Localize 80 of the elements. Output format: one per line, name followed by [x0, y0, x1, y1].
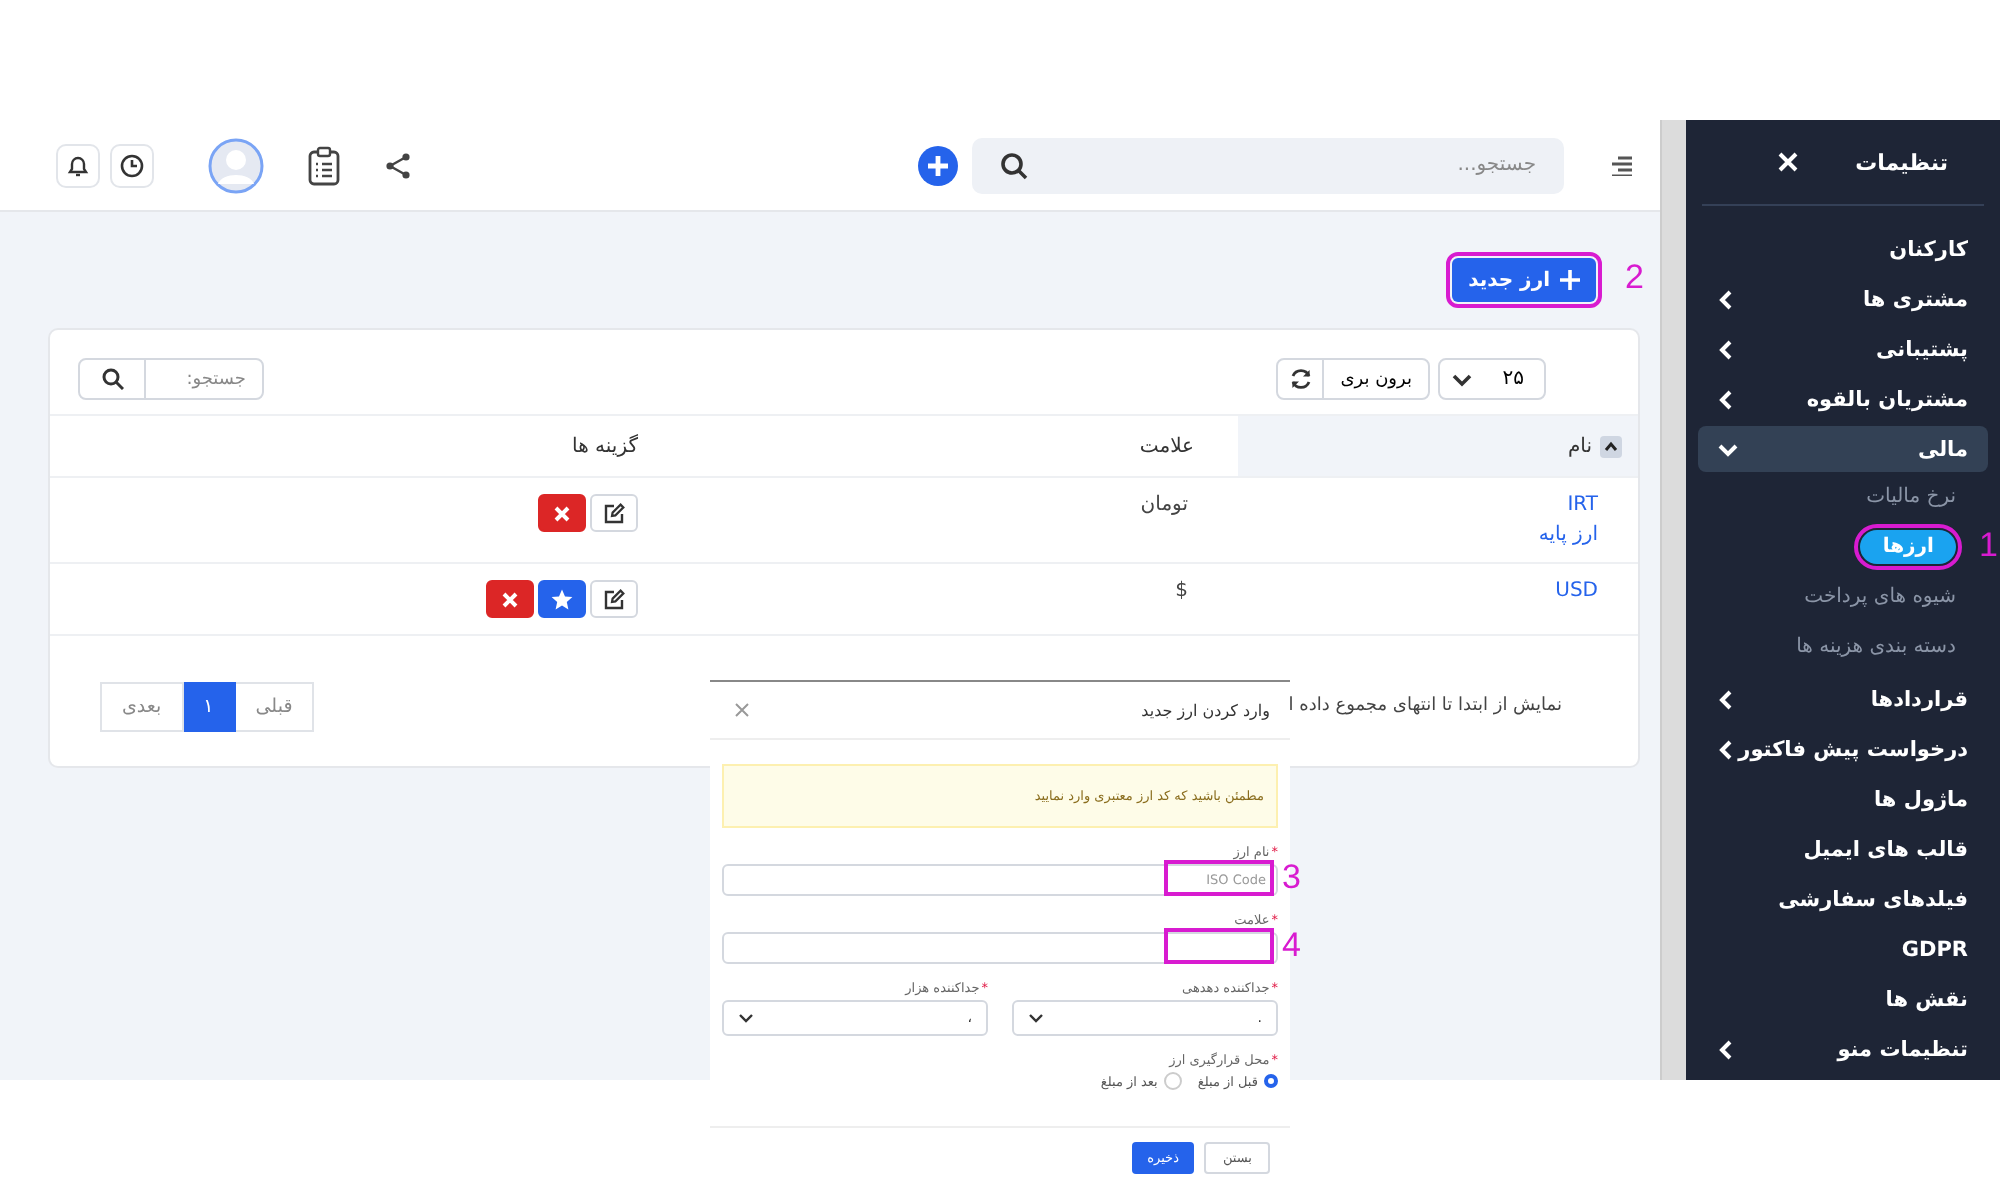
search-field[interactable]: جستجو: — [158, 360, 250, 398]
column-header[interactable]: علامت — [738, 416, 1238, 476]
share-icon[interactable] — [384, 151, 412, 179]
delete-button[interactable] — [538, 494, 586, 532]
clock-icon — [120, 153, 144, 177]
search-box[interactable]: جستجو: — [144, 358, 264, 400]
column-header[interactable]: گزینه ها — [50, 416, 738, 476]
sidebar-title: تنظیمات — [1855, 149, 1948, 175]
chevron-left-icon — [1718, 389, 1734, 409]
highlight-box — [1164, 860, 1274, 896]
page-size-select[interactable]: ۲۵ — [1438, 358, 1546, 400]
bell-icon — [66, 153, 90, 177]
close-icon — [550, 501, 574, 525]
submenu-item[interactable]: نرخ مالیات — [1866, 482, 1956, 512]
pagination-button[interactable]: بعدی — [100, 681, 184, 731]
new-currency-button[interactable]: ارز جدید — [1452, 258, 1596, 302]
scrollbar[interactable] — [1660, 120, 1686, 1080]
submenu-item[interactable]: شیوه های پرداخت — [1804, 582, 1956, 612]
delete-button[interactable] — [486, 580, 534, 618]
menu-icon[interactable] — [1612, 155, 1632, 175]
edit-button[interactable] — [590, 494, 638, 532]
step-number: 1 — [1979, 526, 1998, 566]
notifications-button[interactable] — [56, 143, 100, 187]
sidebar-item[interactable]: پشتیبانی — [1698, 326, 1988, 372]
chevron-left-icon — [1718, 739, 1734, 759]
search-icon — [101, 368, 123, 390]
table-cell: $ — [1175, 580, 1188, 602]
plus-icon[interactable] — [918, 145, 958, 185]
chevron-down-icon — [1452, 369, 1472, 389]
chevron-down-icon — [1718, 439, 1738, 459]
step-number: 4 — [1282, 926, 1301, 966]
export-button[interactable]: برون بری — [1322, 358, 1430, 400]
sidebar-item[interactable]: مشتریان بالقوه — [1698, 376, 1988, 422]
sort-up-icon — [1600, 435, 1622, 457]
column-header[interactable]: نام — [1238, 416, 1638, 476]
sidebar-item[interactable]: ماژول ها — [1698, 776, 1988, 822]
text-field[interactable] — [722, 932, 1278, 964]
sidebar-item[interactable]: فیلدهای سفارشی — [1698, 876, 1988, 922]
search-bar[interactable]: جستجو... — [972, 137, 1564, 193]
chevron-left-icon — [1718, 339, 1734, 359]
search-field[interactable]: جستجو... — [1028, 152, 1540, 178]
currency-link[interactable]: IRT — [1567, 494, 1598, 516]
table-info-text: نمایش از ابتدا تا انتهای مجموع داده ا — [1288, 696, 1562, 716]
chevron-left-icon — [1718, 289, 1734, 309]
plus-icon — [1560, 270, 1580, 290]
highlight-box — [1164, 928, 1274, 964]
pagination-button[interactable]: ۱ — [181, 681, 236, 731]
step-number: 3 — [1282, 858, 1301, 898]
currency-link[interactable]: USD — [1555, 580, 1598, 602]
chevron-down-icon — [738, 1010, 754, 1026]
chevron-left-icon — [1718, 1039, 1734, 1059]
edit-button[interactable] — [590, 580, 638, 618]
chevron-down-icon — [1028, 1010, 1044, 1026]
edit-icon — [602, 587, 626, 611]
table-cell: تومان — [1140, 494, 1188, 516]
refresh-button[interactable] — [1276, 358, 1325, 400]
sidebar-item[interactable]: قراردادها — [1698, 676, 1988, 722]
sidebar-item[interactable]: GDPR — [1698, 926, 1988, 972]
favorite-button[interactable] — [538, 580, 586, 618]
search-button[interactable] — [78, 358, 146, 400]
base-currency-label: ارز پایه — [1538, 524, 1598, 546]
close-icon — [498, 587, 522, 611]
sidebar-item[interactable]: مشتری ها — [1698, 276, 1988, 322]
edit-icon — [602, 501, 626, 525]
sidebar-item[interactable]: تنظیمات منو — [1698, 1026, 1988, 1072]
clipboard-icon[interactable] — [308, 145, 340, 185]
pagination-button[interactable]: قبلی — [233, 681, 315, 731]
step-number: 2 — [1625, 258, 1644, 298]
submenu-item[interactable]: دسته بندی هزینه ها — [1796, 632, 1956, 662]
sidebar-item[interactable]: درخواست پیش فاکتور — [1698, 726, 1988, 772]
sidebar-item[interactable]: مالی — [1698, 426, 1988, 472]
refresh-icon — [1289, 368, 1312, 390]
sidebar-item[interactable]: کارکنان — [1698, 226, 1988, 272]
star-icon — [550, 587, 574, 611]
sidebar-item[interactable]: نقش ها — [1698, 976, 1988, 1022]
chevron-left-icon — [1718, 689, 1734, 709]
dialog-title: وارد کردن ارز جدید — [1141, 701, 1270, 719]
search-icon — [1000, 151, 1028, 179]
sidebar-item[interactable]: قالب های ایمیل — [1698, 826, 1988, 872]
history-button[interactable] — [110, 143, 154, 187]
